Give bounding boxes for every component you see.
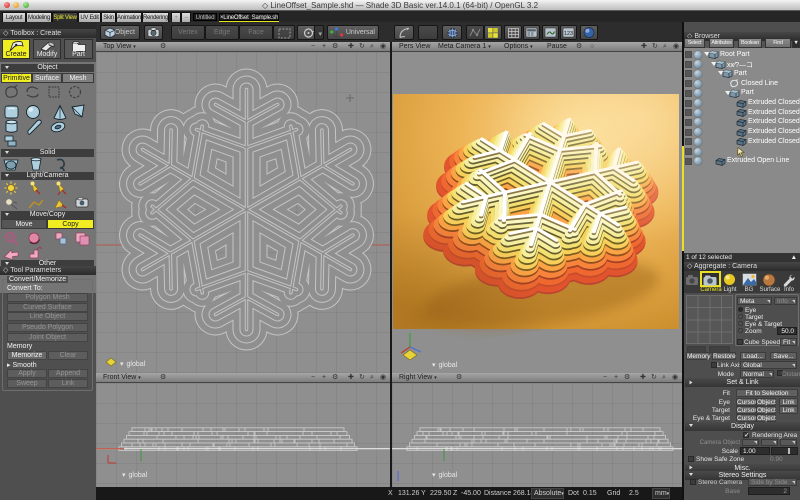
- svg-text:123: 123: [564, 31, 573, 37]
